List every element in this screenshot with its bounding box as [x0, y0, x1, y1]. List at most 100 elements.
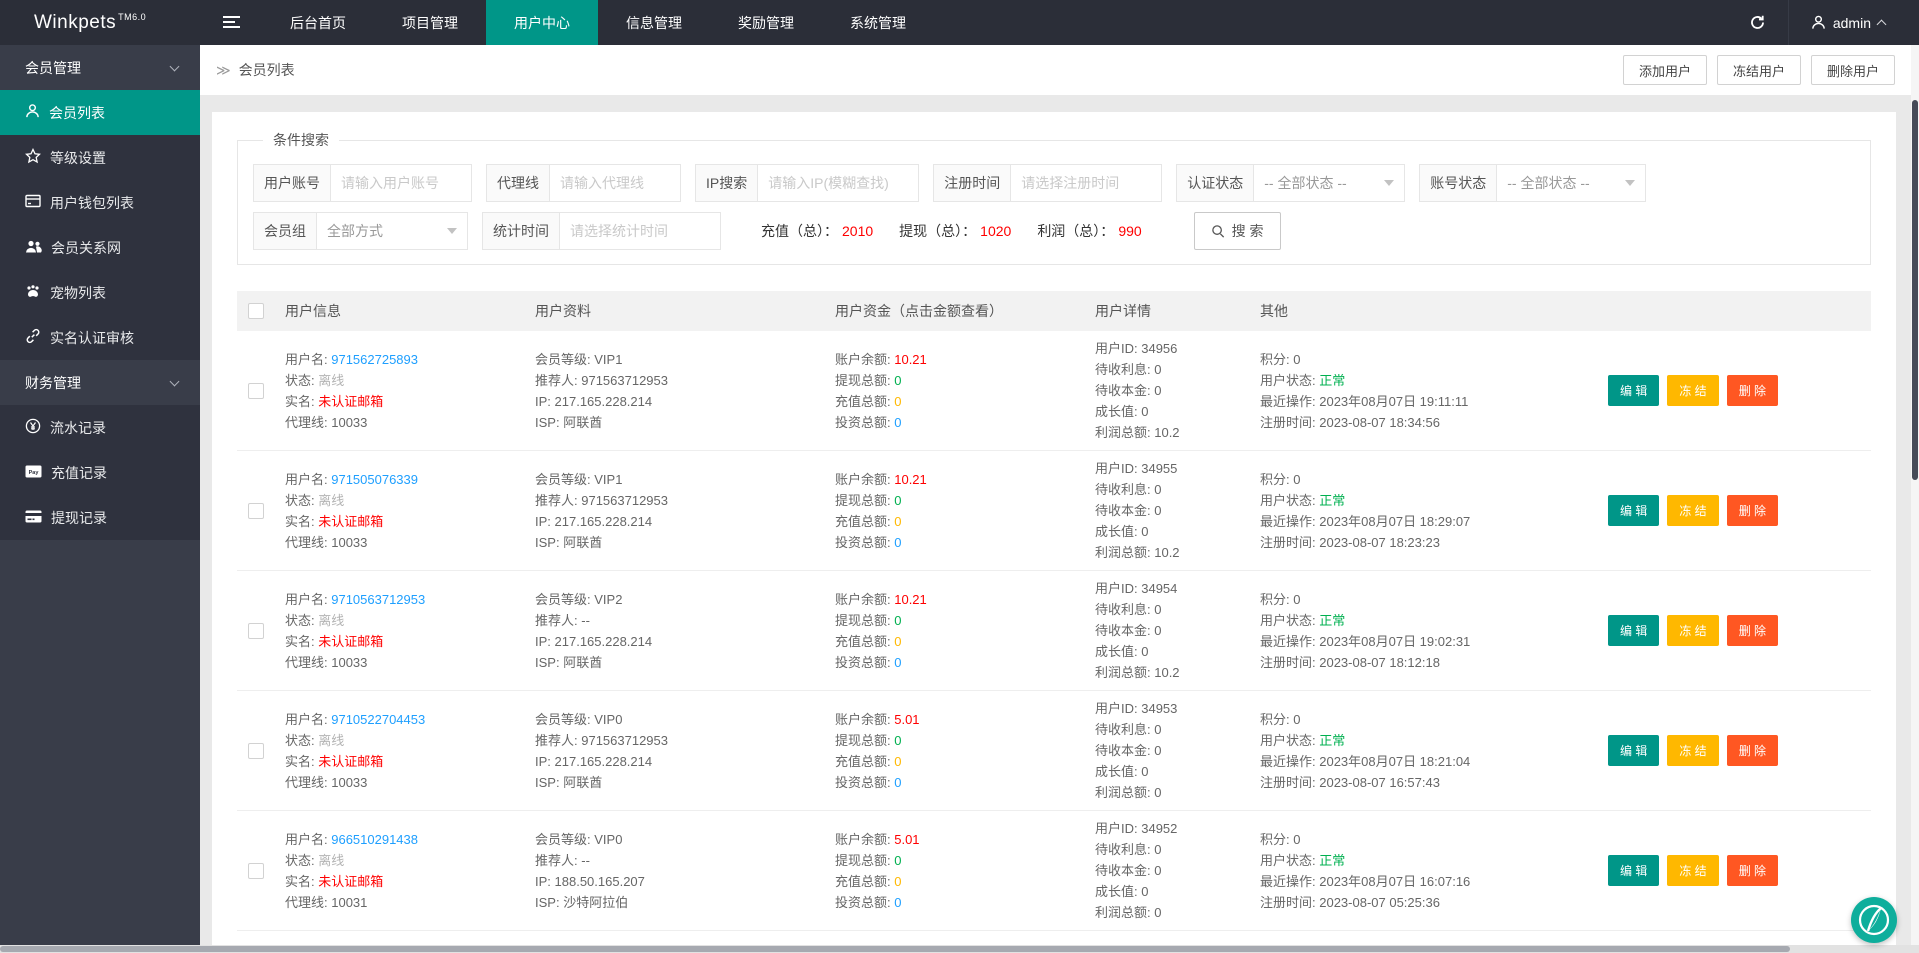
- freeze-button[interactable]: 冻 结: [1667, 615, 1719, 646]
- account-balance-value[interactable]: 5.01: [894, 832, 919, 847]
- 删除用户-button[interactable]: 删除用户: [1810, 55, 1895, 85]
- select-all-checkbox[interactable]: [248, 303, 264, 319]
- 会员组-select[interactable]: 全部方式: [317, 213, 467, 249]
- withdraw-total-label: 提现总额:: [835, 372, 895, 388]
- user-name-value[interactable]: 966510291438: [331, 832, 418, 847]
- nav-item-5[interactable]: 奖励管理: [710, 0, 822, 45]
- delete-button[interactable]: 删 除: [1726, 855, 1779, 886]
- referrer: 推荐人: 971563712953: [535, 490, 825, 511]
- 冻结用户-button[interactable]: 冻结用户: [1716, 55, 1801, 85]
- sidebar-item-会员列表[interactable]: 会员列表: [0, 90, 200, 135]
- nav-item-4[interactable]: 信息管理: [598, 0, 710, 45]
- withdraw-total-value[interactable]: 0: [894, 613, 901, 628]
- chat-widget-button[interactable]: [1851, 897, 1897, 943]
- recharge-total-value[interactable]: 0: [894, 634, 901, 649]
- user-other-cell: 积分: 0 用户状态: 正常 最近操作: 2023年08月07日 19:11:11 注…: [1260, 349, 1590, 433]
- account-balance-value[interactable]: 10.21: [894, 592, 927, 607]
- delete-button[interactable]: 删 除: [1726, 375, 1779, 406]
- invest-total-label: 投资总额:: [835, 774, 895, 790]
- 添加用户-button[interactable]: 添加用户: [1622, 55, 1707, 85]
- sidebar-item-提现记录[interactable]: 提现记录: [0, 495, 200, 540]
- freeze-button[interactable]: 冻 结: [1667, 735, 1719, 766]
- withdraw-total-value[interactable]: 0: [894, 733, 901, 748]
- user-name-value[interactable]: 9710522704453: [331, 712, 425, 727]
- horizontal-scrollbar-thumb[interactable]: [0, 946, 1790, 952]
- horizontal-scrollbar[interactable]: [0, 945, 1919, 953]
- delete-button[interactable]: 删 除: [1726, 495, 1779, 526]
- sidebar-item-等级设置[interactable]: 等级设置: [0, 135, 200, 180]
- invest-total-value[interactable]: 0: [894, 415, 901, 430]
- 账号状态-select[interactable]: -- 全部状态 --: [1497, 165, 1645, 201]
- IP搜索-input[interactable]: [758, 165, 919, 201]
- recharge-total-value[interactable]: 0: [894, 874, 901, 889]
- freeze-button[interactable]: 冻 结: [1667, 855, 1719, 886]
- nav-item-1[interactable]: 后台首页: [262, 0, 374, 45]
- vertical-scrollbar-thumb[interactable]: [1912, 100, 1918, 480]
- edit-button[interactable]: 编 辑: [1608, 375, 1660, 406]
- row-checkbox[interactable]: [248, 382, 264, 399]
- vertical-scrollbar[interactable]: [1911, 45, 1919, 945]
- sidebar-item-实名认证审核[interactable]: 实名认证审核: [0, 315, 200, 360]
- sidebar-item-流水记录[interactable]: 流水记录: [0, 405, 200, 450]
- nav-item-6[interactable]: 系统管理: [822, 0, 934, 45]
- breadcrumb-arrows-icon: ≫: [216, 61, 231, 78]
- recharge-total-value[interactable]: 0: [894, 514, 901, 529]
- nav-item-2[interactable]: 项目管理: [374, 0, 486, 45]
- invest-total-value[interactable]: 0: [894, 895, 901, 910]
- user-name-value[interactable]: 971505076339: [331, 472, 418, 487]
- edit-button[interactable]: 编 辑: [1608, 855, 1660, 886]
- invest-total-value[interactable]: 0: [894, 775, 901, 790]
- sidebar-item-用户钱包列表[interactable]: 用户钱包列表: [0, 180, 200, 225]
- account-balance-value[interactable]: 10.21: [894, 352, 927, 367]
- refresh-button[interactable]: [1727, 0, 1789, 45]
- account-balance-value[interactable]: 10.21: [894, 472, 927, 487]
- row-checkbox[interactable]: [248, 502, 264, 519]
- points-label: 积分:: [1260, 711, 1294, 727]
- sidebar-item-充值记录[interactable]: Pay 充值记录: [0, 450, 200, 495]
- table-row: 用户名: 9710563712953 状态: 离线 实名: 未认证邮箱 代理线: 10…: [237, 571, 1871, 691]
- 认证状态-select[interactable]: -- 全部状态 --: [1254, 165, 1404, 201]
- user-name: 用户名: 966510291438: [285, 829, 525, 850]
- user-name-value[interactable]: 971562725893: [331, 352, 418, 367]
- 注册时间-input[interactable]: [1011, 165, 1162, 201]
- user-menu[interactable]: admin: [1789, 0, 1919, 45]
- invest-total-value[interactable]: 0: [894, 655, 901, 670]
- user-name-label: 用户名:: [285, 471, 332, 487]
- row-checkbox[interactable]: [248, 622, 264, 639]
- freeze-button[interactable]: 冻 结: [1667, 375, 1719, 406]
- nav-item-3[interactable]: 用户中心: [486, 0, 598, 45]
- wallet-icon: [25, 194, 41, 211]
- row-checkbox[interactable]: [248, 862, 264, 879]
- row-select-cell: [237, 742, 285, 759]
- delete-button[interactable]: 删 除: [1726, 735, 1779, 766]
- 统计时间-input[interactable]: [560, 213, 720, 249]
- pending-interest: 待收利息: 0: [1095, 479, 1250, 500]
- withdraw-total-value[interactable]: 0: [894, 853, 901, 868]
- search-button[interactable]: 搜 索: [1193, 212, 1281, 250]
- sidebar-item-宠物列表[interactable]: 宠物列表: [0, 270, 200, 315]
- recharge-total-label: 充值总额:: [835, 753, 895, 769]
- user-name-value[interactable]: 9710563712953: [331, 592, 425, 607]
- sidebar-group-title-2[interactable]: 财务管理: [0, 360, 200, 405]
- recharge-total-value[interactable]: 0: [894, 394, 901, 409]
- invest-total: 投资总额: 0: [835, 532, 1085, 553]
- sidebar-group-title-1[interactable]: 会员管理: [0, 45, 200, 90]
- withdraw-total-value[interactable]: 0: [894, 493, 901, 508]
- edit-button[interactable]: 编 辑: [1608, 495, 1660, 526]
- user-status-value: 正常: [1319, 612, 1346, 628]
- edit-button[interactable]: 编 辑: [1608, 615, 1660, 646]
- withdraw-total-value[interactable]: 0: [894, 373, 901, 388]
- profit-total-value: 0: [1154, 785, 1162, 800]
- edit-button[interactable]: 编 辑: [1608, 735, 1660, 766]
- recharge-total-value[interactable]: 0: [894, 754, 901, 769]
- delete-button[interactable]: 删 除: [1726, 615, 1779, 646]
- row-checkbox[interactable]: [248, 742, 264, 759]
- freeze-button[interactable]: 冻 结: [1667, 495, 1719, 526]
- menu-toggle-button[interactable]: [200, 0, 262, 45]
- account-balance-value[interactable]: 5.01: [894, 712, 919, 727]
- sidebar-item-会员关系网[interactable]: 会员关系网: [0, 225, 200, 270]
- 用户账号-input[interactable]: [331, 165, 471, 201]
- pending-interest-value: 0: [1154, 482, 1162, 497]
- invest-total-value[interactable]: 0: [894, 535, 901, 550]
- 代理线-input[interactable]: [550, 165, 680, 201]
